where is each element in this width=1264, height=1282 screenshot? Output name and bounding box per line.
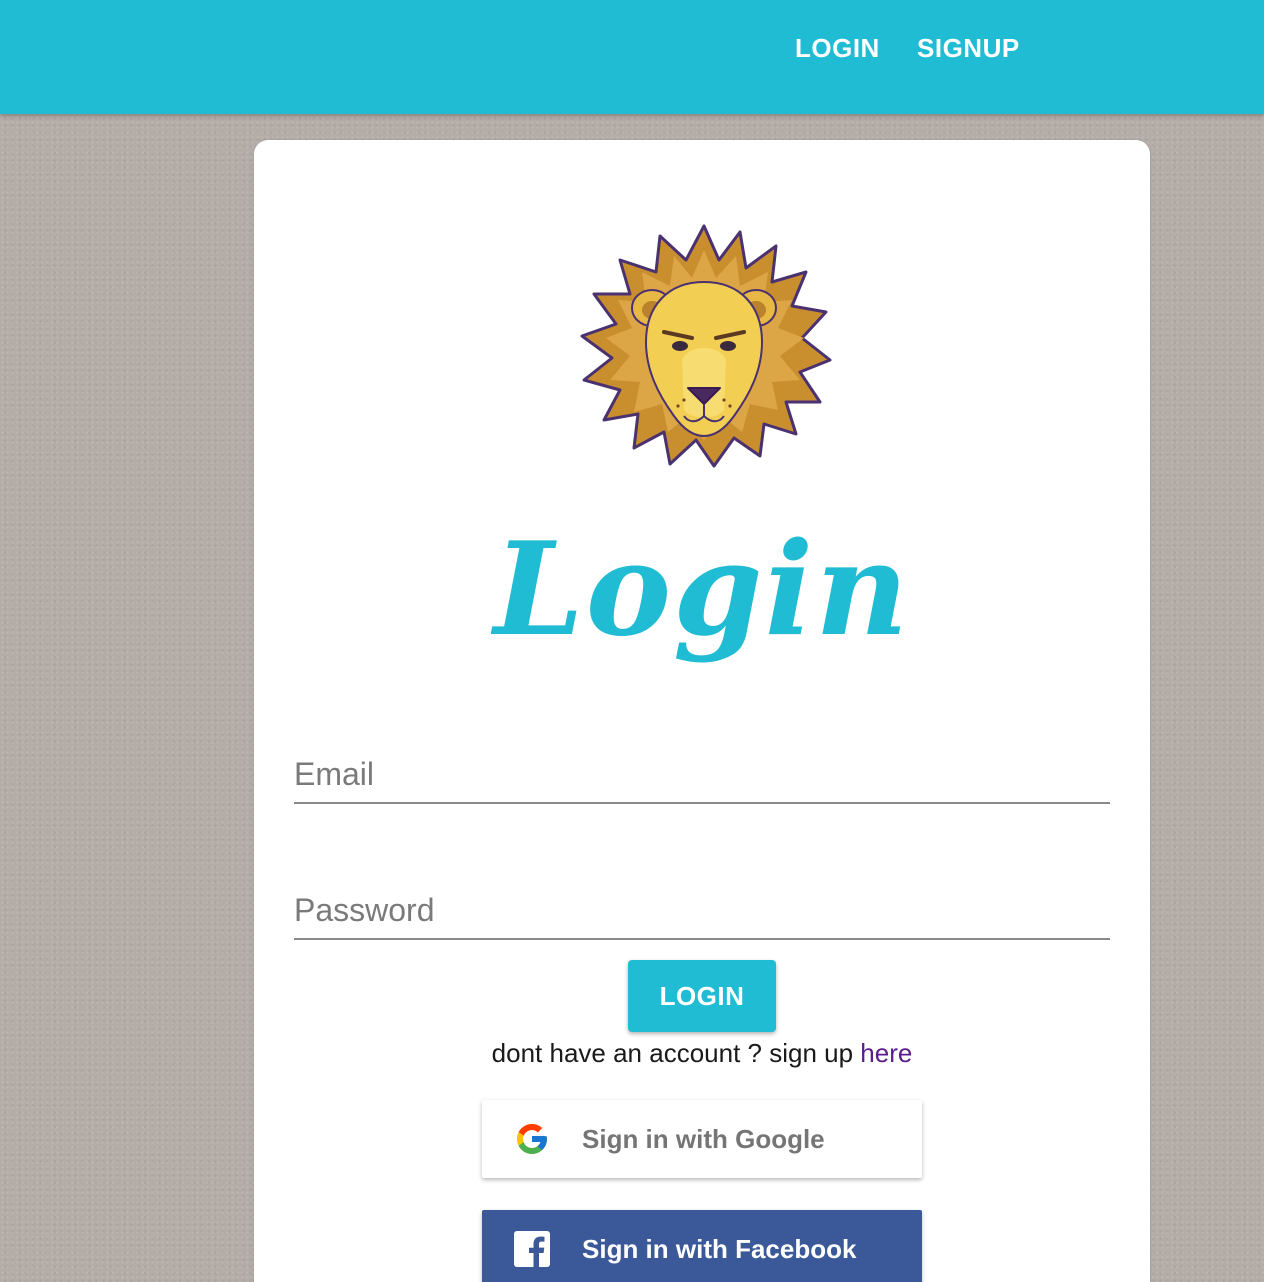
top-app-bar: LOGIN SIGNUP [0, 0, 1264, 114]
signup-prompt: dont have an account ? sign up here [254, 1036, 1150, 1070]
google-icon [517, 1124, 547, 1154]
page-title: Login [493, 515, 911, 665]
facebook-signin-button[interactable]: Sign in with Facebook [482, 1210, 922, 1282]
email-field[interactable] [294, 738, 1110, 804]
nav-signup-link[interactable]: SIGNUP [917, 30, 1020, 66]
facebook-signin-label: Sign in with Facebook [582, 1234, 857, 1264]
password-field[interactable] [294, 874, 1110, 940]
signup-prompt-text: dont have an account ? sign up [491, 1038, 854, 1068]
password-input[interactable] [294, 888, 1110, 932]
login-button[interactable]: LOGIN [628, 960, 776, 1032]
lion-logo-icon [580, 224, 832, 468]
signup-here-link[interactable]: here [860, 1038, 912, 1068]
email-input[interactable] [294, 752, 1110, 796]
login-card: Login LOGIN dont have an account ? sign … [254, 140, 1150, 1282]
google-signin-label: Sign in with Google [582, 1124, 825, 1154]
google-signin-button[interactable]: Sign in with Google [482, 1100, 922, 1178]
nav-login-link[interactable]: LOGIN [795, 30, 880, 66]
facebook-icon [514, 1231, 550, 1267]
